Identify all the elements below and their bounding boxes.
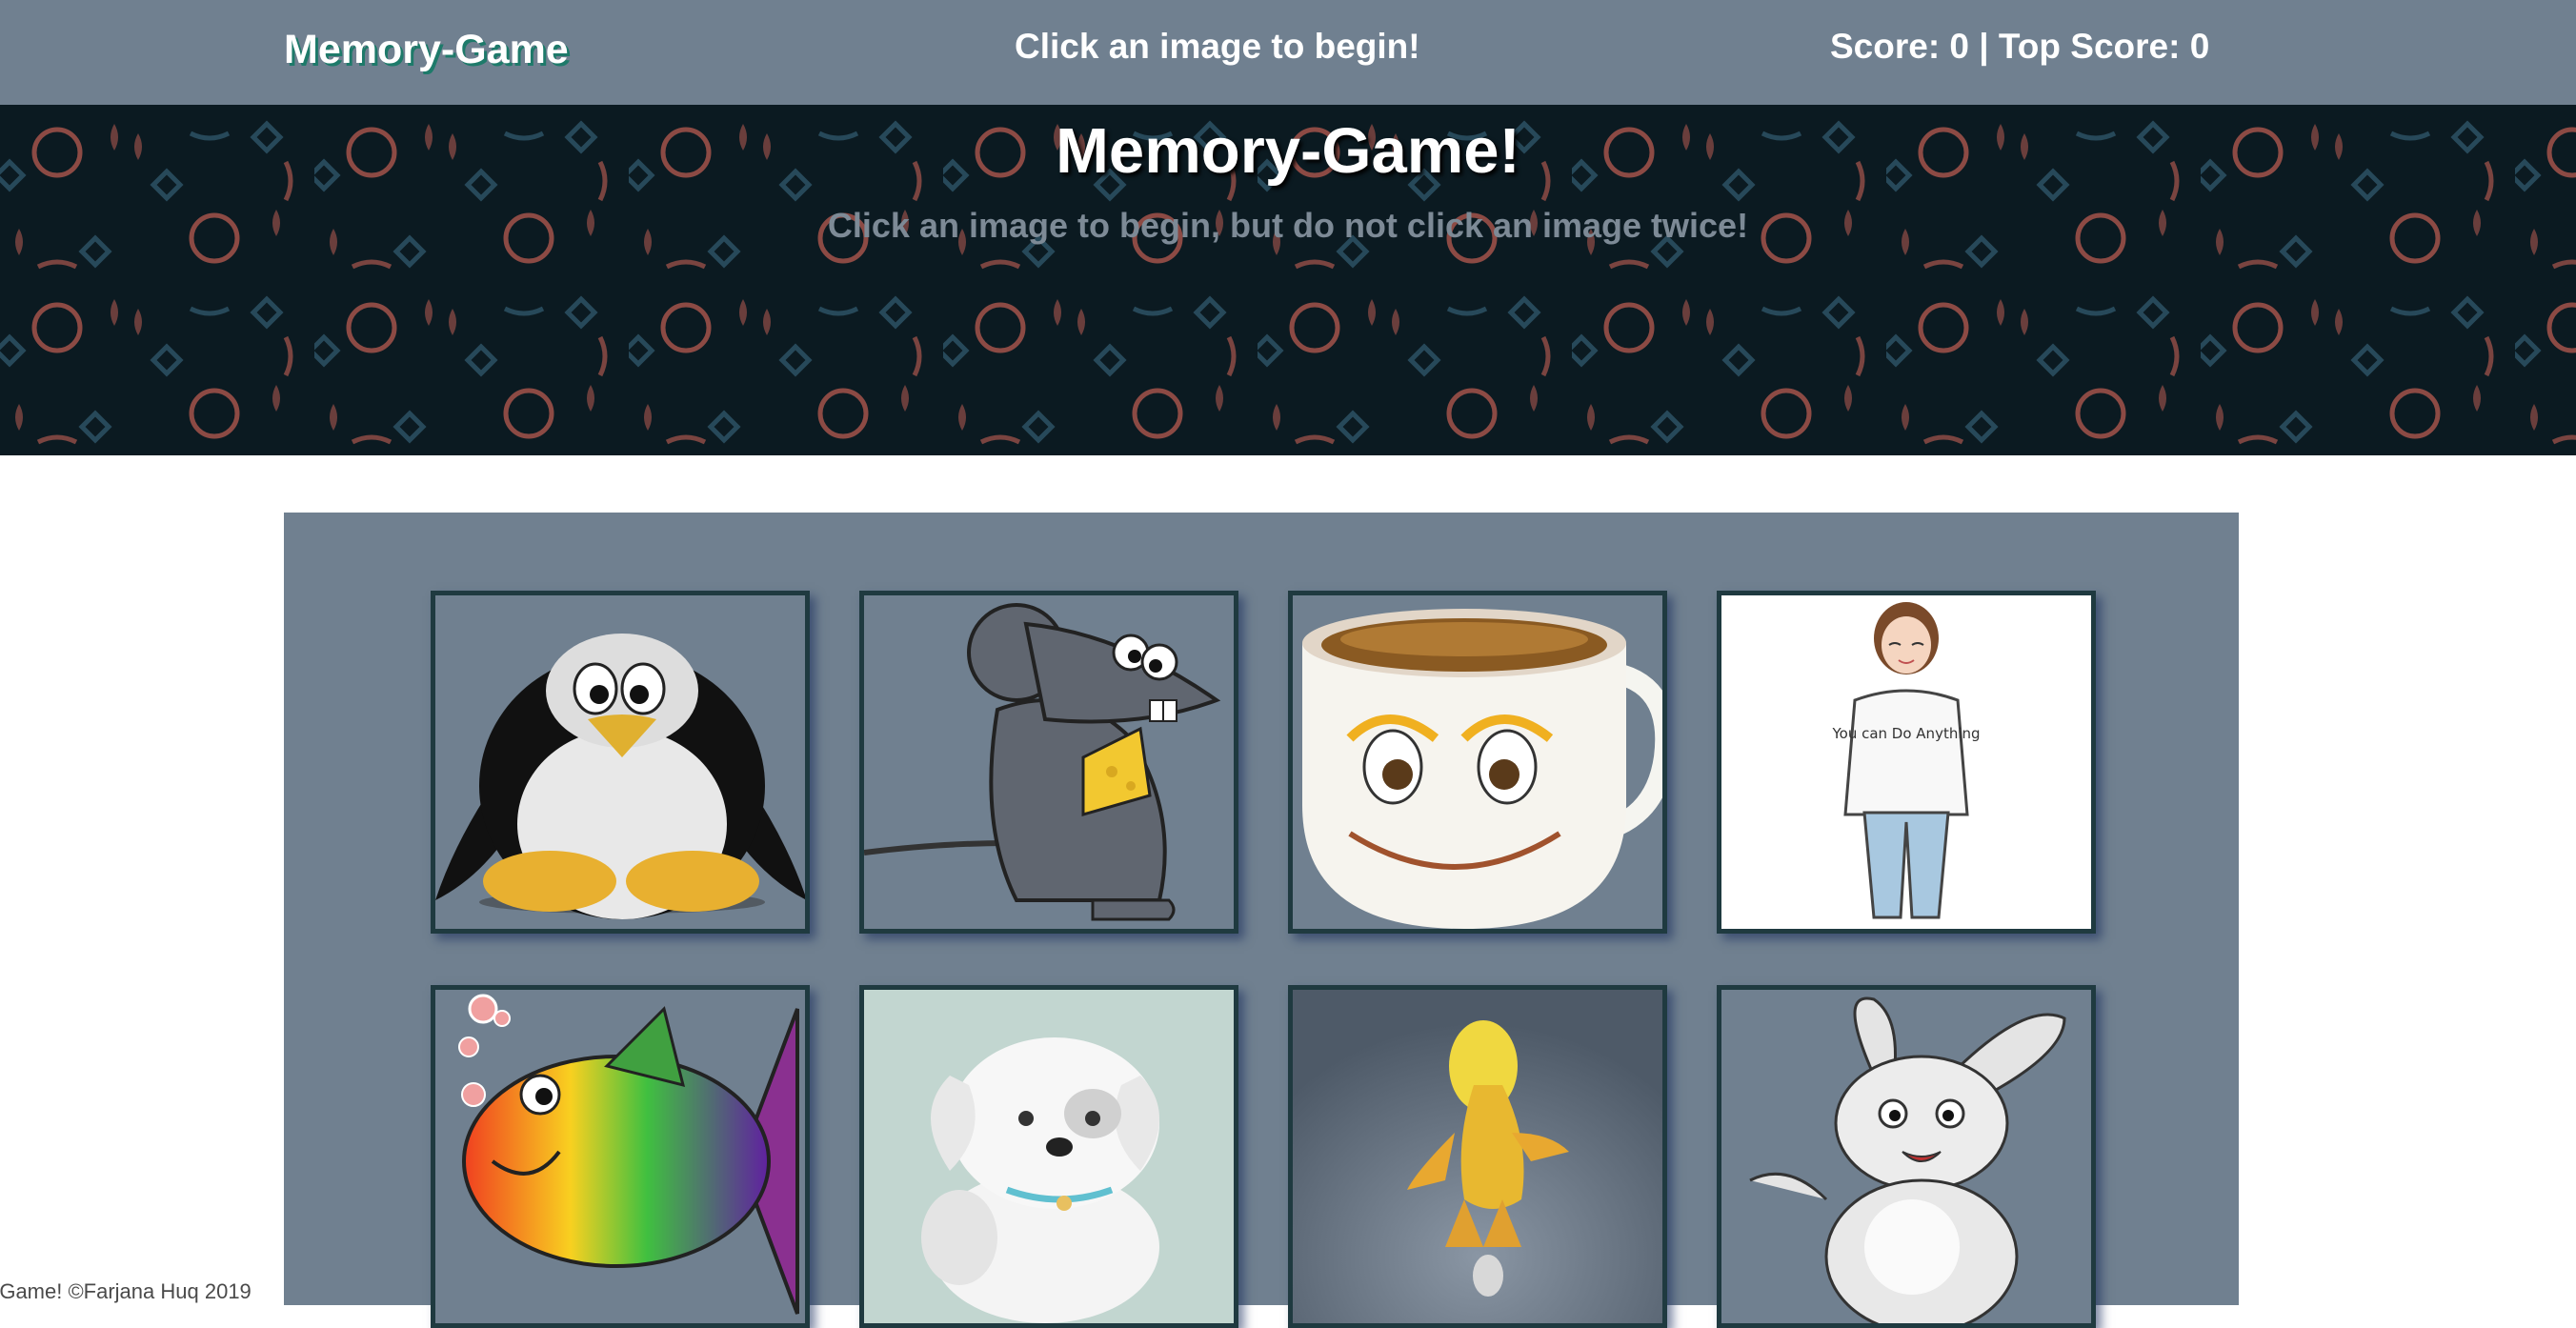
girl-image: You can Do Anything [1721, 595, 2091, 929]
card-mouse[interactable] [859, 591, 1238, 934]
mouse-image [864, 595, 1234, 929]
card-fish[interactable] [431, 985, 810, 1328]
duck-image [1293, 990, 1662, 1323]
footer-copyright: -Game! ©Farjana Huq 2019 [0, 1279, 252, 1303]
game-board: You can Do Anything [284, 513, 2239, 1328]
card-puppy[interactable] [859, 985, 1238, 1328]
card-girl[interactable]: You can Do Anything [1717, 591, 2096, 934]
penguin-image [435, 595, 805, 929]
card-penguin[interactable] [431, 591, 810, 934]
score-display: Score: 0 | Top Score: 0 [1830, 27, 2210, 66]
brand-link[interactable]: Memory-Game [284, 27, 569, 73]
bunny-image [1721, 990, 2091, 1323]
card-duck[interactable] [1288, 985, 1667, 1328]
card-bunny[interactable] [1717, 985, 2096, 1328]
puppy-image [864, 990, 1234, 1323]
hero-subtitle: Click an image to begin, but do not clic… [827, 206, 1749, 245]
coffee-cup-image [1293, 595, 1662, 929]
shirt-text: You can Do Anything [1831, 725, 1980, 742]
navbar: Memory-Game Click an image to begin! Sco… [0, 0, 2576, 105]
hero-title: Memory-Game! [1056, 115, 1520, 187]
hero-banner: Memory-Game! Click an image to begin, bu… [0, 105, 2576, 455]
card-coffee-cup[interactable] [1288, 591, 1667, 934]
status-message: Click an image to begin! [1015, 27, 1420, 66]
fish-image [435, 990, 805, 1323]
